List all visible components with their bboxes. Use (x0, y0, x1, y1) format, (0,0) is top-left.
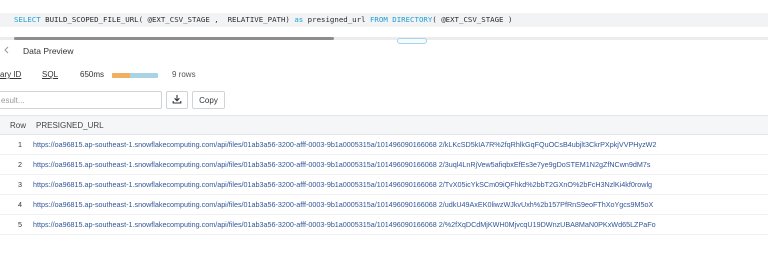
presigned-url-cell[interactable]: https://oa96815.ap-southeast-1.snowflake… (27, 160, 651, 169)
grid-header: Row PRESIGNED_URL (0, 115, 768, 135)
download-button[interactable] (166, 91, 188, 109)
row-number: 5 (18, 220, 22, 229)
copy-button[interactable]: Copy (192, 91, 225, 109)
query-duration: 650ms (80, 70, 105, 79)
sql-editor-line[interactable]: SELECT BUILD_SCOPED_FILE_URL( @EXT_CSV_S… (0, 13, 768, 27)
presigned-url-cell[interactable]: https://oa96815.ap-southeast-1.snowflake… (27, 220, 656, 229)
sql-alias: presigned_url (303, 15, 370, 24)
table-row[interactable]: 2 https://oa96815.ap-southeast-1.snowfla… (0, 155, 768, 175)
sql-keyword-as: as (294, 15, 304, 24)
row-number: 1 (18, 140, 22, 149)
editor-scrollbar-thumb[interactable] (14, 37, 334, 40)
sql-directory-arg: ( @EXT_CSV_STAGE ) (432, 15, 513, 24)
collapse-chevron-icon[interactable] (4, 46, 10, 56)
column-header-row[interactable]: Row (0, 121, 30, 130)
column-header-presigned-url[interactable]: PRESIGNED_URL (30, 121, 104, 130)
presigned-url-cell[interactable]: https://oa96815.ap-southeast-1.snowflake… (27, 200, 653, 209)
sql-function-call: BUILD_SCOPED_FILE_URL( @EXT_CSV_STAGE , … (40, 15, 295, 24)
query-timing-bar (112, 73, 158, 78)
table-row[interactable]: 5 https://oa96815.ap-southeast-1.snowfla… (0, 215, 768, 235)
row-number: 3 (18, 180, 22, 189)
sql-link[interactable]: SQL (42, 70, 58, 79)
presigned-url-cell[interactable]: https://oa96815.ap-southeast-1.snowflake… (27, 140, 656, 149)
row-count: 9 rows (172, 70, 196, 79)
row-number: 2 (18, 160, 22, 169)
query-id-link[interactable]: ary ID (0, 70, 21, 79)
pane-resize-handle[interactable] (397, 38, 427, 44)
table-row[interactable]: 3 https://oa96815.ap-southeast-1.snowfla… (0, 175, 768, 195)
tab-data-preview[interactable]: Data Preview (23, 46, 74, 56)
download-icon (172, 91, 182, 109)
sql-keyword-directory: DIRECTORY (387, 15, 433, 24)
query-timing-segment (112, 73, 131, 78)
row-number: 4 (18, 200, 22, 209)
sql-keyword-from: FROM (369, 15, 388, 24)
table-row[interactable]: 1 https://oa96815.ap-southeast-1.snowfla… (0, 135, 768, 155)
filter-result-input[interactable] (0, 91, 162, 109)
sql-keyword-select: SELECT (14, 15, 41, 24)
table-row[interactable]: 4 https://oa96815.ap-southeast-1.snowfla… (0, 195, 768, 215)
results-grid: Row PRESIGNED_URL 1 https://oa96815.ap-s… (0, 115, 768, 235)
presigned-url-cell[interactable]: https://oa96815.ap-southeast-1.snowflake… (27, 180, 652, 189)
